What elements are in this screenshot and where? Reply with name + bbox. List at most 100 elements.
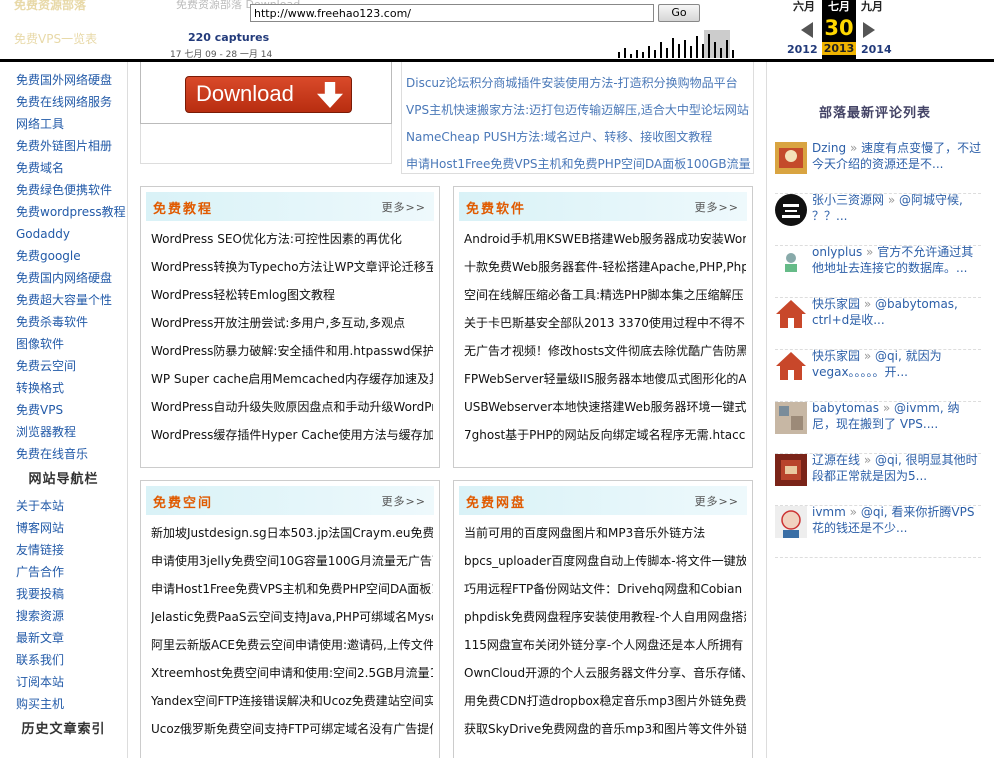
featured-link[interactable]: VPS主机快速搬家方法:迈打包迈传输迈解压,适合大中型论坛网站 — [402, 97, 753, 124]
prev-capture-arrow-icon[interactable] — [801, 22, 813, 38]
article-link[interactable]: WordPress轻松转Emlog图文教程 — [151, 281, 433, 309]
home-avatar-icon[interactable] — [775, 350, 807, 382]
category-link[interactable]: 免费google — [0, 245, 127, 267]
avatar-icon[interactable] — [775, 246, 807, 278]
download-button[interactable]: Download — [185, 76, 352, 113]
capture-sparkline[interactable] — [618, 30, 778, 58]
article-link[interactable]: Xtreemhost免费空间申请和使用:空间2.5GB月流量10 — [151, 659, 433, 687]
article-link[interactable]: Yandex空间FTP连接错误解决和Ucoz免费建站空间实 — [151, 687, 433, 715]
article-link[interactable]: WP Super cache启用Memcached内存缓存加速及其效 — [151, 365, 433, 393]
featured-link[interactable]: Discuz论坛积分商城插件安装使用方法-打造积分换购物品平台 — [402, 70, 753, 97]
article-link[interactable]: OwnCloud开源的个人云服务器文件分享、音乐存储、 — [464, 659, 746, 687]
category-link[interactable]: 图像软件 — [0, 333, 127, 355]
article-link[interactable]: FPWebServer轻量级IIS服务器本地傻瓜式图形化的AS — [464, 365, 746, 393]
article-link[interactable]: 空间在线解压缩必备工具:精选PHP脚本集之压缩解压 — [464, 281, 746, 309]
article-list: 当前可用的百度网盘图片和MP3音乐外链方法 bpcs_uploader百度网盘自… — [454, 515, 752, 743]
wayback-url-input[interactable] — [250, 4, 654, 22]
more-link[interactable]: 更多>> — [382, 199, 426, 215]
article-link[interactable]: Ucoz俄罗斯免费空间支持FTP可绑定域名没有广告提供 — [151, 715, 433, 743]
featured-link[interactable]: 申请Host1Free免费VPS主机和免费PHP空间DA面板100GB流量 — [402, 151, 753, 178]
comment-author[interactable]: ivmm — [812, 505, 846, 519]
month-next-link[interactable]: 九月 — [861, 0, 883, 14]
category-link[interactable]: 免费国内网络硬盘 — [0, 267, 127, 289]
article-link[interactable]: WordPress开放注册尝试:多用户,多互动,多观点 — [151, 309, 433, 337]
article-link[interactable]: WordPress缓存插件Hyper Cache使用方法与缓存加速 — [151, 421, 433, 449]
wayback-go-button[interactable]: Go — [658, 4, 700, 22]
nav-link[interactable]: 联系我们 — [0, 649, 127, 671]
category-link[interactable]: 免费在线网络服务 — [0, 91, 127, 113]
wayback-captures-link[interactable]: 220 captures — [188, 31, 269, 44]
category-link[interactable]: 免费杀毒软件 — [0, 311, 127, 333]
article-link[interactable]: phpdisk免费网盘程序安装使用教程-个人自用网盘搭建 — [464, 603, 746, 631]
nav-link[interactable]: 搜索资源 — [0, 605, 127, 627]
article-link[interactable]: 115网盘宣布关闭外链分享-个人网盘还是本人所拥有 — [464, 631, 746, 659]
year-prev-link[interactable]: 2012 — [787, 43, 818, 56]
nav-link[interactable]: 广告合作 — [0, 561, 127, 583]
article-link[interactable]: USBWebserver本地快速搭建Web服务器环境一键式脱 — [464, 393, 746, 421]
avatar-icon[interactable] — [775, 142, 807, 174]
category-link[interactable]: 免费wordpress教程 — [0, 201, 127, 223]
article-link[interactable]: WordPress转换为Typecho方法让WP文章评论迁移至 — [151, 253, 433, 281]
category-link[interactable]: 浏览器教程 — [0, 421, 127, 443]
article-link[interactable]: 7ghost基于PHP的网站反向绑定域名程序无需.htacce — [464, 421, 746, 449]
month-prev-link[interactable]: 六月 — [793, 0, 815, 14]
comment-author[interactable]: onlyplus — [812, 245, 862, 259]
nav-link[interactable]: 我要投稿 — [0, 583, 127, 605]
article-link[interactable]: WordPress防暴力破解:安全插件和用.htpasswd保护W — [151, 337, 433, 365]
next-capture-arrow-icon[interactable] — [863, 22, 875, 38]
category-link[interactable]: 免费外链图片相册 — [0, 135, 127, 157]
home-avatar-icon[interactable] — [775, 298, 807, 330]
comment-author[interactable]: 张小三资源网 — [812, 193, 884, 207]
article-link[interactable]: 申请使用3jelly免费空间10G容量100G月流量无广告可 — [151, 547, 433, 575]
nav-link[interactable]: 购买主机 — [0, 693, 127, 715]
comment-item: 张小三资源网 » @阿城守候, ？？... — [775, 193, 981, 246]
category-link[interactable]: 免费国外网络硬盘 — [0, 69, 127, 91]
category-link[interactable]: 网络工具 — [0, 113, 127, 135]
article-link[interactable]: 用免费CDN打造dropbox稳定音乐mp3图片外链免费网 — [464, 687, 746, 715]
comment-author[interactable]: 辽源在线 — [812, 453, 860, 467]
comment-author[interactable]: Dzing — [812, 141, 846, 155]
nav-link[interactable]: 博客网站 — [0, 517, 127, 539]
article-link[interactable]: WordPress自动升级失败原因盘点和手动升级WordPr — [151, 393, 433, 421]
article-link[interactable]: WordPress SEO优化方法:可控性因素的再优化 — [151, 225, 433, 253]
year-next-link[interactable]: 2014 — [861, 43, 892, 56]
avatar-icon[interactable] — [775, 506, 807, 538]
comment-author[interactable]: babytomas — [812, 401, 879, 415]
article-link[interactable]: 巧用远程FTP备份网站文件：Drivehq网盘和Cobian B — [464, 575, 746, 603]
category-link[interactable]: 免费VPS — [0, 399, 127, 421]
avatar-icon[interactable] — [775, 194, 807, 226]
category-link[interactable]: 转换格式 — [0, 377, 127, 399]
avatar-icon[interactable] — [775, 454, 807, 486]
nav-link[interactable]: 关于本站 — [0, 495, 127, 517]
article-link[interactable]: bpcs_uploader百度网盘自动上传脚本-将文件一键放到 — [464, 547, 746, 575]
article-link[interactable]: Android手机用KSWEB搭建Web服务器成功安装Word — [464, 225, 746, 253]
featured-link[interactable]: NameCheap PUSH方法:域名过户、转移、接收图文教程 — [402, 124, 753, 151]
article-link[interactable]: 阿里云新版ACE免费云空间申请使用:邀请码,上传文件 — [151, 631, 433, 659]
article-link[interactable]: 新加坡Justdesign.sg日本503.jp法国Craym.eu免费空间 — [151, 519, 433, 547]
article-link[interactable]: 获取SkyDrive免费网盘的音乐mp3和图片等文件外链地 — [464, 715, 746, 743]
article-link[interactable]: 当前可用的百度网盘图片和MP3音乐外链方法 — [464, 519, 746, 547]
article-link[interactable]: 关于卡巴斯基安全部队2013 3370使用过程中不得不 — [464, 309, 746, 337]
article-list: WordPress SEO优化方法:可控性因素的再优化 WordPress转换为… — [141, 221, 439, 449]
comment-item: ivmm » @qi, 看来你折腾VPS花的钱还是不少... — [775, 505, 981, 558]
category-link[interactable]: 免费云空间 — [0, 355, 127, 377]
category-link[interactable]: 免费域名 — [0, 157, 127, 179]
nav-link[interactable]: 最新文章 — [0, 627, 127, 649]
article-link[interactable]: 十款免费Web服务器套件-轻松搭建Apache,PHP,PhpI — [464, 253, 746, 281]
nav-link[interactable]: 友情链接 — [0, 539, 127, 561]
article-link[interactable]: 申请Host1Free免费VPS主机和免费PHP空间DA面板10 — [151, 575, 433, 603]
article-link[interactable]: 无广告才视频！修改hosts文件彻底去除优酷广告防黑 — [464, 337, 746, 365]
category-link[interactable]: 免费超大容量个性 — [0, 289, 127, 311]
comment-author[interactable]: 快乐家园 — [812, 349, 860, 363]
category-link[interactable]: Godaddy — [0, 223, 127, 245]
category-link[interactable]: 免费绿色便携软件 — [0, 179, 127, 201]
category-link[interactable]: 免费在线音乐 — [0, 443, 127, 465]
nav-link[interactable]: 订阅本站 — [0, 671, 127, 693]
article-link[interactable]: Jelastic免费PaaS云空间支持Java,PHP可绑域名MysqL — [151, 603, 433, 631]
avatar-icon[interactable] — [775, 402, 807, 434]
nav-section-title: 网站导航栏 — [28, 472, 99, 487]
comment-author[interactable]: 快乐家园 — [812, 297, 860, 311]
more-link[interactable]: 更多>> — [695, 493, 739, 509]
more-link[interactable]: 更多>> — [695, 199, 739, 215]
more-link[interactable]: 更多>> — [382, 493, 426, 509]
